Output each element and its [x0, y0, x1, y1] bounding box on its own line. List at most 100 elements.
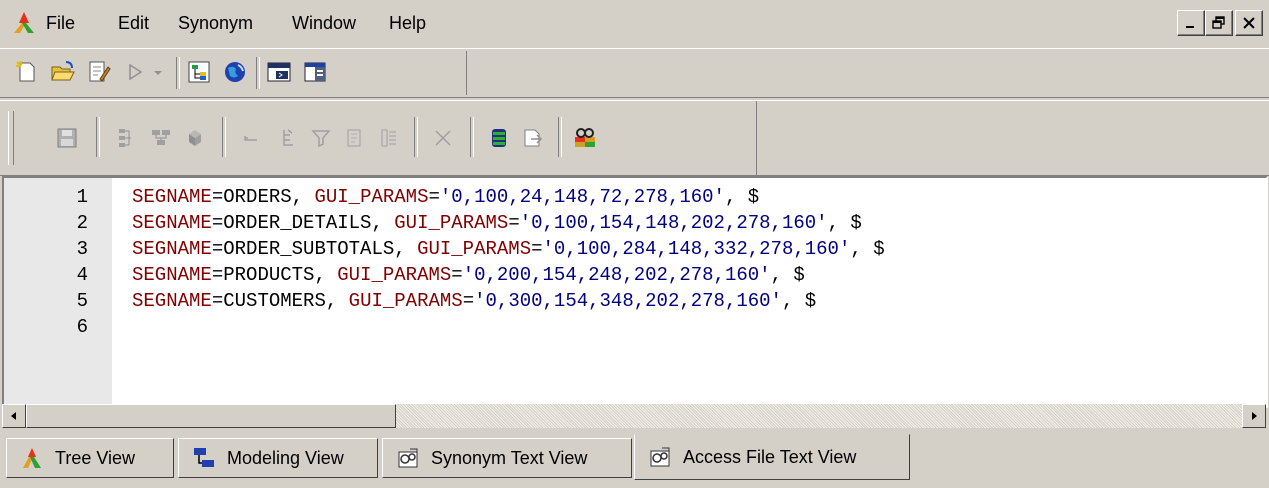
close-button[interactable] — [1235, 10, 1263, 36]
open-folder-icon — [51, 61, 75, 81]
properties-button[interactable] — [340, 123, 370, 153]
segname-keyword: SEGNAME — [132, 186, 212, 208]
tab-label: Access File Text View — [683, 446, 857, 467]
line-terminator: $ — [747, 186, 760, 208]
database-green-button[interactable] — [484, 123, 514, 153]
run-button[interactable] — [120, 57, 150, 87]
tab-tree-view[interactable]: Tree View — [6, 438, 174, 478]
edit-button[interactable] — [84, 57, 114, 87]
gui-params-value: '0,200,154,248,202,278,160' — [462, 264, 771, 286]
gui-params-keyword: GUI_PARAMS — [417, 238, 532, 260]
gui-params-value: '0,300,154,348,202,278,160' — [474, 290, 782, 312]
globe-icon — [225, 62, 245, 82]
menu-help[interactable]: Help — [389, 13, 426, 34]
segname-keyword: SEGNAME — [132, 290, 212, 312]
gui-params-keyword: GUI_PARAMS — [314, 186, 429, 208]
window-controls — [1177, 10, 1263, 36]
console-button[interactable] — [264, 57, 294, 87]
segment-name: ORDER_DETAILS — [223, 212, 372, 234]
tab-synonym-text-view[interactable]: Synonym Text View — [382, 438, 632, 478]
code-line[interactable]: SEGNAME=ORDER_SUBTOTALS, GUI_PARAMS='0,1… — [132, 236, 885, 262]
line-terminator: $ — [873, 238, 885, 260]
line-terminator: $ — [804, 290, 817, 312]
menu-bar: File Edit Synonym Window Help — [0, 0, 1269, 46]
segment-button[interactable] — [146, 123, 176, 153]
menu-synonym[interactable]: Synonym — [178, 13, 253, 34]
insert-row-button[interactable] — [236, 123, 266, 153]
code-line[interactable]: SEGNAME=ORDERS, GUI_PARAMS='0,100,24,148… — [132, 184, 759, 210]
delete-button[interactable] — [428, 123, 458, 153]
save-icon — [57, 128, 77, 148]
gui-params-value: '0,100,284,148,332,278,160' — [542, 238, 851, 260]
segment-name: ORDERS — [223, 186, 292, 208]
edit-toolbar-group — [0, 101, 757, 175]
edit-document-icon — [89, 61, 111, 82]
access-file-icon — [647, 444, 673, 470]
save-button[interactable] — [52, 123, 82, 153]
line-number: 3 — [76, 238, 88, 260]
new-button[interactable] — [12, 57, 42, 87]
segment-name: ORDER_SUBTOTALS — [223, 238, 395, 260]
text-editor[interactable]: 1 2 3 4 5 6 SEGNAME=ORDERS, GUI_PARAMS='… — [2, 176, 1268, 408]
toolbar-separator — [414, 117, 418, 157]
scrollbar-thumb[interactable] — [26, 404, 396, 428]
close-icon — [1243, 17, 1255, 29]
scroll-left-button[interactable] — [2, 404, 26, 428]
join-button[interactable] — [110, 123, 140, 153]
indent-icon — [283, 129, 293, 146]
window-split-icon — [304, 62, 326, 82]
export-icon — [524, 129, 543, 147]
code-line[interactable]: SEGNAME=PRODUCTS, GUI_PARAMS='0,200,154,… — [132, 262, 805, 288]
menu-window[interactable]: Window — [292, 13, 356, 34]
tree-view-button[interactable] — [184, 57, 214, 87]
tree-icon — [19, 445, 45, 471]
delete-icon — [435, 130, 451, 146]
filter-icon — [311, 130, 331, 148]
globe-button[interactable] — [220, 57, 250, 87]
scroll-right-button[interactable] — [1242, 404, 1266, 428]
access-file-button[interactable] — [570, 123, 600, 153]
horizontal-scrollbar[interactable] — [2, 404, 1266, 428]
arrow-right-icon — [1252, 412, 1257, 420]
insert-row-icon — [244, 136, 257, 141]
fields-button[interactable] — [374, 123, 404, 153]
toolbar-separator — [222, 117, 226, 157]
line-number: 2 — [76, 212, 88, 234]
open-button[interactable] — [48, 57, 78, 87]
tab-access-file-text-view[interactable]: Access File Text View — [634, 434, 910, 480]
minimize-button[interactable] — [1177, 10, 1205, 36]
code-line[interactable]: SEGNAME=CUSTOMERS, GUI_PARAMS='0,300,154… — [132, 288, 816, 314]
toolbar-grip[interactable] — [8, 111, 14, 165]
tab-modeling-view[interactable]: Modeling View — [178, 438, 378, 478]
line-number: 1 — [76, 186, 88, 208]
arrow-left-icon — [11, 412, 16, 420]
filter-button[interactable] — [306, 123, 336, 153]
toolbar-separator — [96, 117, 100, 157]
console-icon — [267, 62, 291, 82]
export-button[interactable] — [518, 123, 548, 153]
app-logo-icon[interactable] — [12, 11, 36, 35]
line-terminator: $ — [850, 212, 862, 234]
menu-file[interactable]: File — [46, 13, 75, 34]
join-icon — [119, 129, 131, 147]
toolbar-separator — [470, 117, 474, 157]
segname-keyword: SEGNAME — [132, 264, 212, 286]
gui-params-value: '0,100,24,148,72,278,160' — [439, 186, 725, 208]
tab-label: Tree View — [55, 447, 136, 468]
code-line[interactable]: SEGNAME=ORDER_DETAILS, GUI_PARAMS='0,100… — [132, 210, 862, 236]
indent-button[interactable] — [272, 123, 302, 153]
restore-button[interactable] — [1205, 10, 1233, 36]
text-view-icon — [395, 445, 421, 471]
run-dropdown-button[interactable] — [148, 57, 168, 87]
segment-icon — [152, 130, 170, 145]
restore-icon — [1212, 16, 1225, 29]
toolbar-separator — [176, 57, 180, 89]
tab-label: Modeling View — [227, 447, 344, 468]
line-number-gutter: 1 2 3 4 5 6 — [4, 178, 112, 406]
line-number: 4 — [76, 264, 88, 286]
toolbar-separator — [558, 117, 562, 157]
menu-edit[interactable]: Edit — [118, 13, 149, 34]
window-split-button[interactable] — [300, 57, 330, 87]
tab-label: Synonym Text View — [431, 447, 588, 468]
database-button[interactable] — [180, 123, 210, 153]
